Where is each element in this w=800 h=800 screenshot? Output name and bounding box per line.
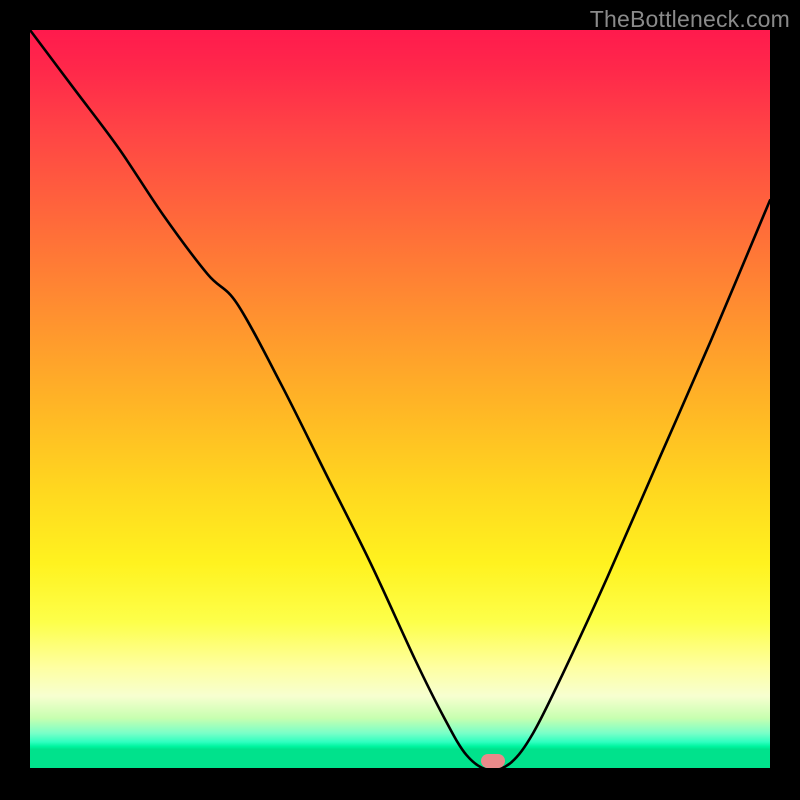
x-axis-baseline [30,768,770,770]
valley-marker [481,754,505,768]
watermark-text: TheBottleneck.com [590,6,790,33]
chart-frame: TheBottleneck.com [0,0,800,800]
plot-area [30,30,770,770]
bottleneck-curve [30,30,770,770]
